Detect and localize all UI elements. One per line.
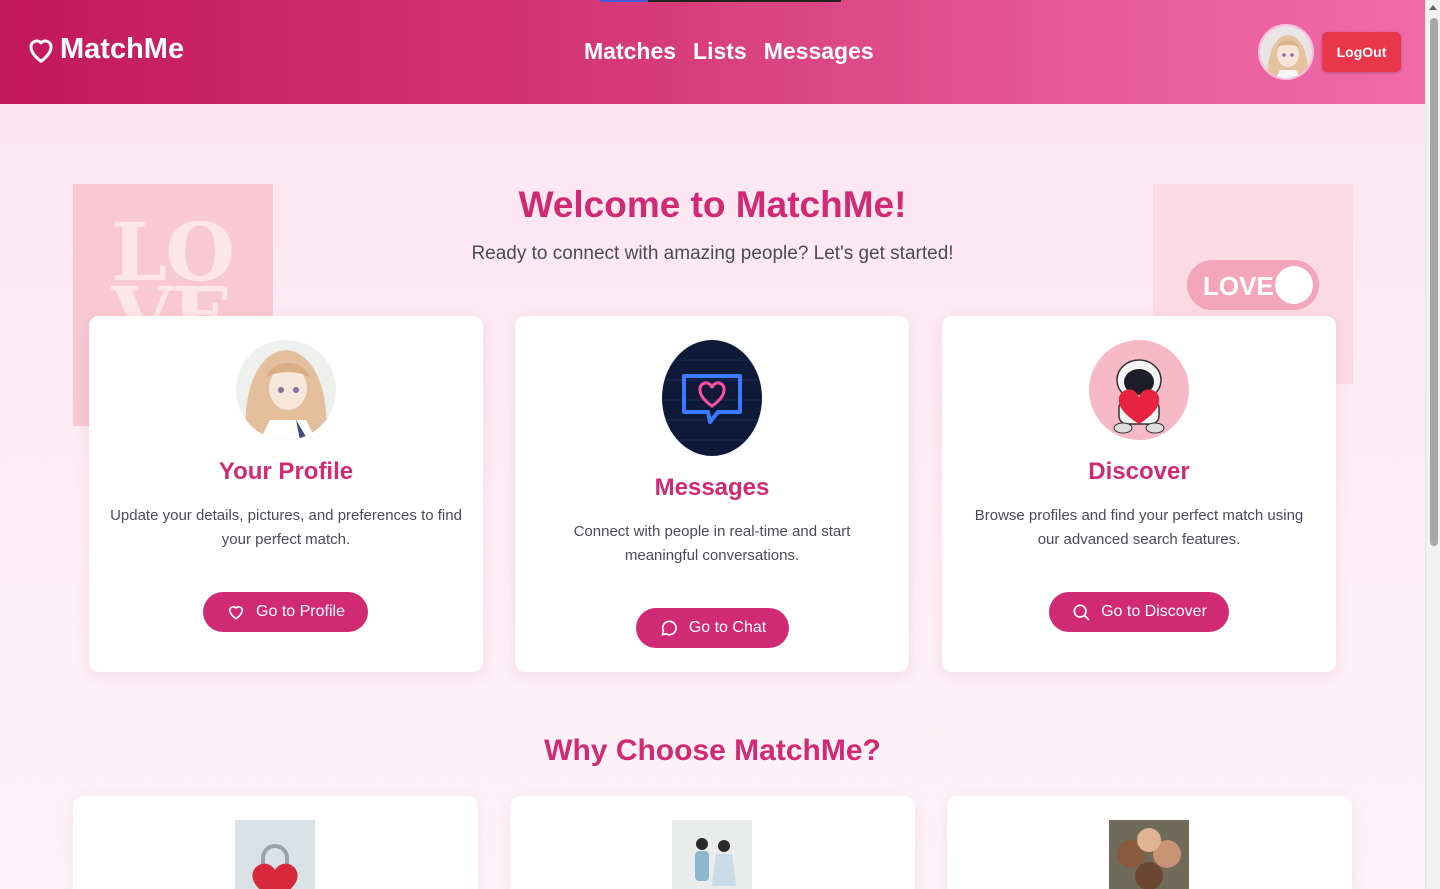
love-toggle-pill: LOVE — [1187, 260, 1319, 310]
profile-card-title: Your Profile — [218, 458, 354, 485]
messages-card-image — [662, 340, 762, 456]
discover-card-description: Browse profiles and find your perfect ma… — [974, 507, 1304, 548]
nav-links: Matches Lists Messages — [584, 38, 874, 65]
go-to-chat-button[interactable]: Go to Chat — [636, 608, 789, 648]
top-navbar: MatchMe Matches Lists Messages LogOut — [0, 0, 1425, 104]
couple-image — [672, 820, 752, 889]
logout-button[interactable]: LogOut — [1322, 32, 1401, 72]
scrollbar-thumb[interactable] — [1430, 18, 1438, 546]
profile-card: Your Profile Update your details, pictur… — [89, 316, 483, 672]
messages-card-title: Messages — [654, 474, 770, 501]
nav-link-matches[interactable]: Matches — [584, 38, 676, 65]
heart-outline-icon — [29, 39, 53, 63]
nav-link-lists[interactable]: Lists — [693, 38, 747, 65]
brand-logo[interactable]: MatchMe — [24, 33, 184, 66]
go-to-chat-label: Go to Chat — [688, 619, 767, 636]
group-friends-image — [1109, 820, 1189, 889]
profile-card-description: Update your details, pictures, and prefe… — [110, 507, 462, 548]
go-to-discover-label: Go to Discover — [1101, 603, 1207, 620]
heart-icon — [228, 605, 244, 620]
messages-card: Messages Connect with people in real-tim… — [515, 316, 909, 672]
why-section-title: Why Choose MatchMe? — [544, 734, 881, 767]
messages-card-description: Connect with people in real-time and sta… — [573, 523, 851, 564]
padlock-heart-image — [235, 820, 315, 889]
go-to-profile-label: Go to Profile — [256, 603, 345, 620]
feature-card — [510, 796, 915, 889]
love-toggle-knob — [1275, 266, 1313, 304]
love-toggle-text: LOVE — [1203, 271, 1274, 301]
progress-strip — [600, 0, 841, 2]
search-icon — [1073, 604, 1090, 621]
profile-card-avatar — [236, 340, 336, 440]
brand-name: MatchMe — [60, 33, 185, 65]
discover-card-avatar — [1089, 340, 1189, 440]
feature-card — [73, 796, 478, 889]
go-to-discover-button[interactable]: Go to Discover — [1049, 592, 1229, 632]
hero-subtitle: Ready to connect with amazing people? Le… — [471, 243, 954, 264]
discover-card-title: Discover — [1088, 458, 1190, 485]
user-avatar[interactable] — [1258, 24, 1314, 80]
go-to-profile-button[interactable]: Go to Profile — [203, 592, 368, 632]
page-scrollbar[interactable] — [1425, 0, 1440, 889]
feature-card — [947, 796, 1352, 889]
discover-card: Discover Browse profiles and find your p… — [942, 316, 1336, 672]
hero-title: Welcome to MatchMe! — [518, 184, 907, 225]
chat-bubble-icon — [661, 620, 677, 636]
nav-link-messages[interactable]: Messages — [764, 38, 874, 65]
scroll-up-arrow-icon[interactable] — [1429, 5, 1437, 10]
